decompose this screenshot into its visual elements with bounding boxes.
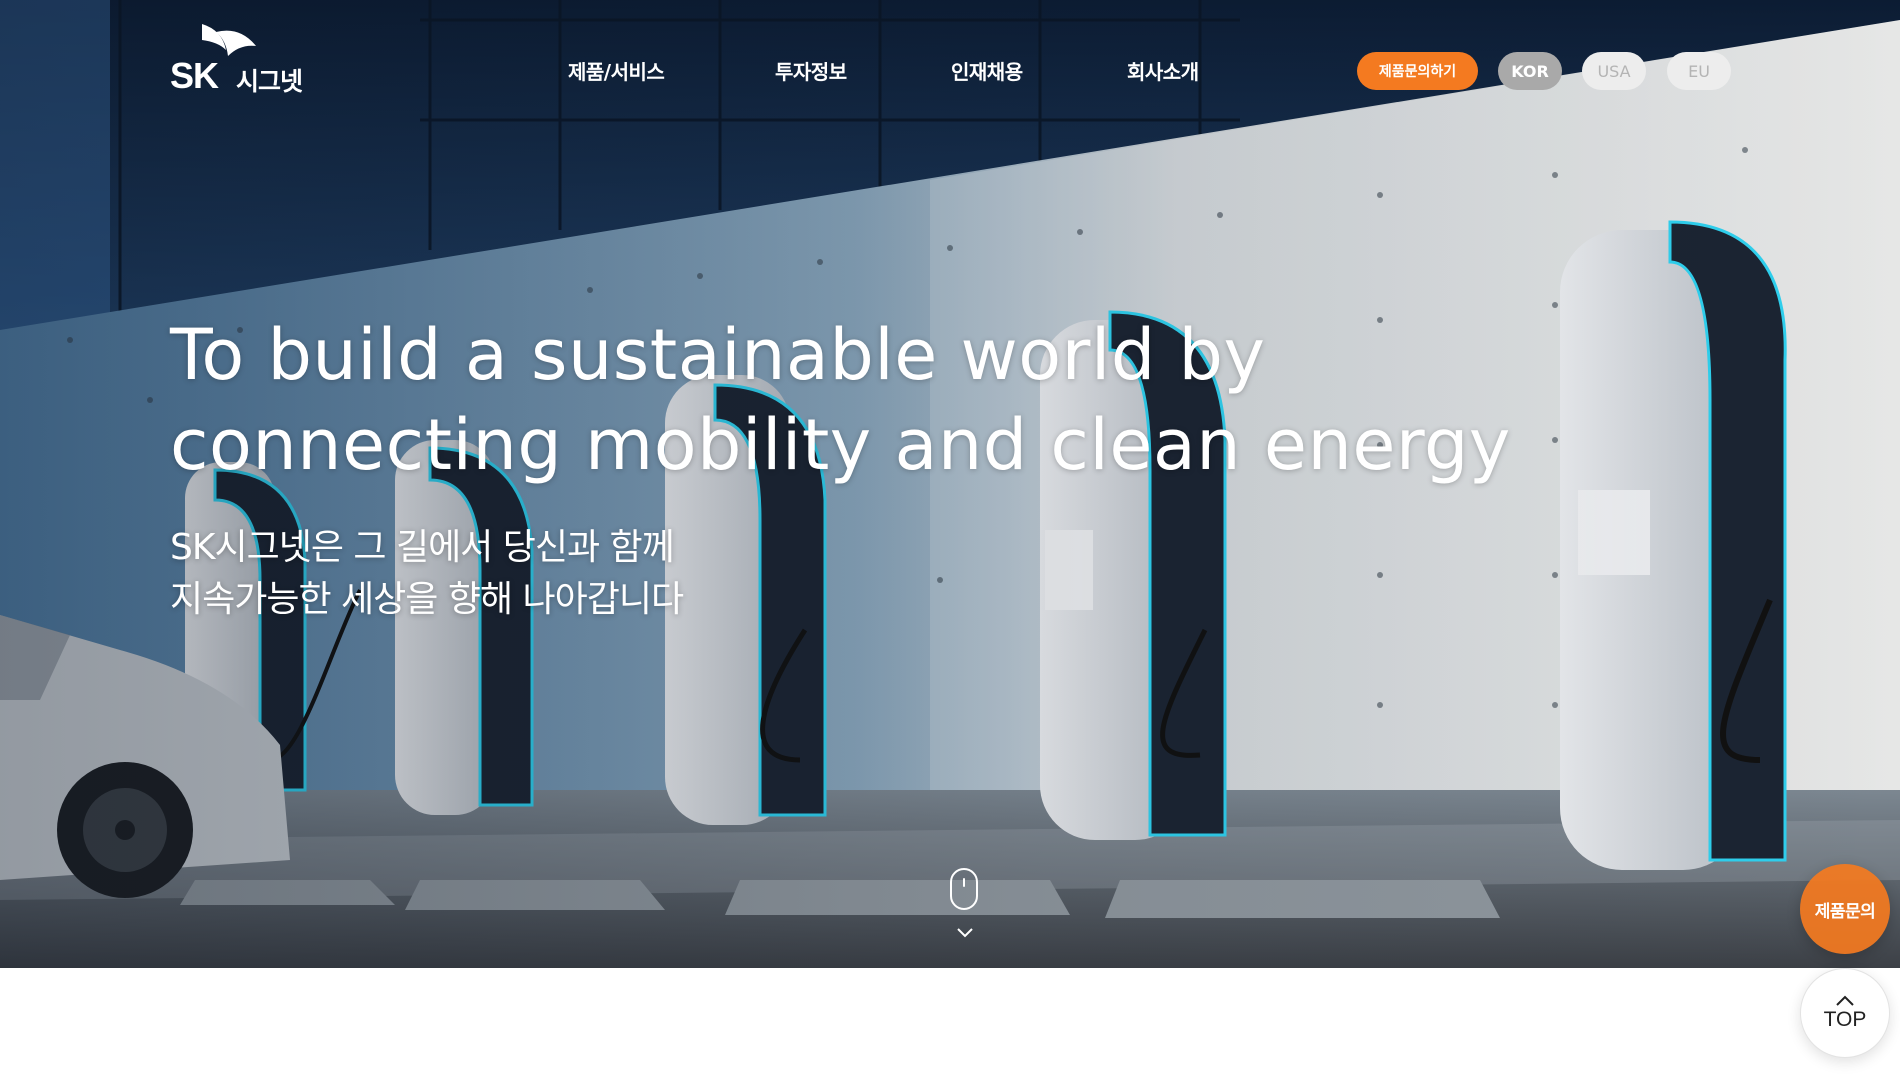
scroll-to-top-button[interactable]: TOP bbox=[1800, 968, 1890, 1058]
logo-sk-text: SK bbox=[170, 55, 219, 96]
hero-headline: To build a sustainable world by connecti… bbox=[170, 310, 1511, 490]
logo-korean-text: 시그넷 bbox=[236, 67, 303, 96]
language-kor-button[interactable]: KOR bbox=[1498, 52, 1562, 90]
chevron-down-icon[interactable] bbox=[957, 928, 973, 938]
nav-item-investor-relations[interactable]: 투자정보 bbox=[775, 56, 847, 85]
language-usa-button[interactable]: USA bbox=[1582, 52, 1646, 90]
nav-item-careers[interactable]: 인재채용 bbox=[951, 56, 1023, 85]
scroll-mouse-icon[interactable] bbox=[950, 868, 978, 910]
floating-inquiry-label: 제품문의 bbox=[1814, 901, 1876, 922]
hero-headline-line-1: To build a sustainable world by bbox=[170, 314, 1266, 396]
hero-subheadline: SK시그넷은 그 길에서 당신과 함께 지속가능한 세상을 향해 나아갑니다 bbox=[170, 522, 684, 626]
hero-subheadline-line-1: SK시그넷은 그 길에서 당신과 함께 bbox=[170, 527, 675, 568]
hero-subheadline-line-2: 지속가능한 세상을 향해 나아갑니다 bbox=[170, 579, 684, 620]
top-label: TOP bbox=[1823, 1007, 1867, 1031]
hero-headline-line-2: connecting mobility and clean energy bbox=[170, 404, 1511, 486]
chevron-up-icon bbox=[1836, 995, 1854, 1006]
product-inquiry-button[interactable]: 제품문의하기 bbox=[1357, 52, 1478, 90]
nav-item-company[interactable]: 회사소개 bbox=[1127, 56, 1199, 85]
floating-inquiry-button[interactable]: 제품문의 bbox=[1800, 864, 1890, 954]
sk-signet-logo[interactable]: SK 시그넷 bbox=[170, 22, 315, 96]
nav-item-products-services[interactable]: 제품/서비스 bbox=[568, 56, 665, 85]
language-eu-button[interactable]: EU bbox=[1667, 52, 1731, 90]
